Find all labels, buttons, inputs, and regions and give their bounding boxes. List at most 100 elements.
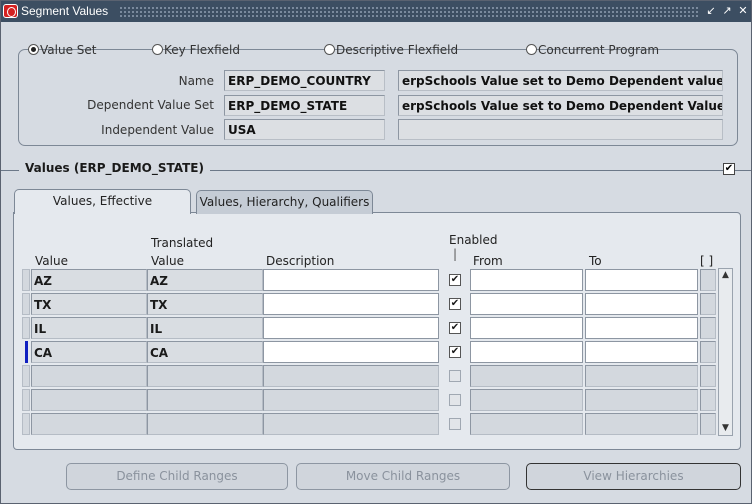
value-cell[interactable]: IL <box>31 317 147 339</box>
window-title: Segment Values <box>21 4 109 18</box>
value-cell[interactable] <box>31 413 147 435</box>
dependent-description-field[interactable]: erpSchools Value set to Demo Dependent V… <box>398 95 723 116</box>
enabled-checkbox[interactable]: ✔ <box>449 322 461 334</box>
value-cell[interactable] <box>31 365 147 387</box>
col-header-enabled-mark: | <box>453 247 458 261</box>
translated-value-cell[interactable]: TX <box>147 293 263 315</box>
enabled-checkbox[interactable]: ✔ <box>449 298 461 310</box>
section-checkbox[interactable]: ✔ <box>723 163 735 175</box>
from-date-cell[interactable] <box>470 293 583 315</box>
enabled-checkbox[interactable] <box>449 394 461 406</box>
value-cell[interactable]: TX <box>31 293 147 315</box>
radio-concurrent-program[interactable]: Concurrent Program <box>526 43 659 57</box>
value-cell[interactable] <box>31 389 147 411</box>
dependent-value-set-field[interactable]: ERP_DEMO_STATE <box>224 95 385 116</box>
values-section-title: Values (ERP_DEMO_STATE) <box>19 161 210 175</box>
close-icon[interactable]: ✕ <box>737 4 749 17</box>
enabled-checkbox[interactable]: ✔ <box>449 274 461 286</box>
col-header-value: Value <box>35 254 68 268</box>
vertical-scrollbar[interactable]: ▲ ▼ <box>718 268 733 436</box>
value-cell[interactable]: CA <box>31 341 147 363</box>
description-cell[interactable] <box>263 413 439 435</box>
from-date-cell[interactable] <box>470 365 583 387</box>
row-indicator[interactable] <box>25 341 28 363</box>
independent-value-label: Independent Value <box>101 123 214 137</box>
row-indicator[interactable] <box>22 389 30 411</box>
flexfield-cell[interactable] <box>700 341 716 363</box>
view-hierarchies-button[interactable]: View Hierarchies <box>526 463 741 490</box>
col-header-from: From <box>473 254 503 268</box>
description-cell[interactable] <box>263 317 439 339</box>
enabled-checkbox[interactable]: ✔ <box>449 346 461 358</box>
independent-description-field[interactable] <box>398 119 723 140</box>
to-date-cell[interactable] <box>585 341 698 363</box>
translated-value-cell[interactable] <box>147 365 263 387</box>
tab-values-effective[interactable]: Values, Effective <box>14 189 191 214</box>
flexfield-cell[interactable] <box>700 413 716 435</box>
translated-value-cell[interactable] <box>147 413 263 435</box>
name-field[interactable]: ERP_DEMO_COUNTRY <box>224 70 385 91</box>
title-bar[interactable]: Segment Values ↙ ↗ ✕ <box>1 1 751 22</box>
radio-label: Value Set <box>40 43 97 57</box>
to-date-cell[interactable] <box>585 317 698 339</box>
col-header-enabled: Enabled <box>449 233 498 247</box>
move-child-ranges-button[interactable]: Move Child Ranges <box>296 463 510 490</box>
flexfield-cell[interactable] <box>700 269 716 291</box>
radio-selected-icon <box>28 44 39 55</box>
row-indicator[interactable] <box>22 269 30 291</box>
radio-label: Key Flexfield <box>164 43 240 57</box>
radio-descriptive-flexfield[interactable]: Descriptive Flexfield <box>324 43 458 57</box>
to-date-cell[interactable] <box>585 269 698 291</box>
radio-icon <box>324 44 335 55</box>
flexfield-cell[interactable] <box>700 293 716 315</box>
from-date-cell[interactable] <box>470 269 583 291</box>
scroll-down-icon[interactable]: ▼ <box>719 422 732 435</box>
value-cell[interactable]: AZ <box>31 269 147 291</box>
radio-icon <box>152 44 163 55</box>
translated-value-cell[interactable]: IL <box>147 317 263 339</box>
row-indicator[interactable] <box>22 365 30 387</box>
maximize-icon[interactable]: ↗ <box>721 4 733 17</box>
col-header-to: To <box>589 254 602 268</box>
row-indicator[interactable] <box>22 293 30 315</box>
radio-label: Descriptive Flexfield <box>336 43 459 57</box>
radio-key-flexfield[interactable]: Key Flexfield <box>152 43 240 57</box>
translated-value-cell[interactable]: AZ <box>147 269 263 291</box>
enabled-checkbox[interactable] <box>449 418 461 430</box>
to-date-cell[interactable] <box>585 293 698 315</box>
dependent-value-set-label: Dependent Value Set <box>87 98 214 112</box>
description-cell[interactable] <box>263 389 439 411</box>
flexfield-cell[interactable] <box>700 389 716 411</box>
scroll-up-icon[interactable]: ▲ <box>719 269 732 282</box>
description-cell[interactable] <box>263 365 439 387</box>
title-bar-grip <box>119 6 699 17</box>
from-date-cell[interactable] <box>470 413 583 435</box>
row-indicator[interactable] <box>22 317 30 339</box>
translated-value-cell[interactable] <box>147 389 263 411</box>
oracle-app-icon <box>3 4 18 18</box>
translated-value-cell[interactable]: CA <box>147 341 263 363</box>
name-description-field[interactable]: erpSchools Value set to Demo Dependent v… <box>398 70 723 91</box>
description-cell[interactable] <box>263 269 439 291</box>
independent-value-field[interactable]: USA <box>224 119 385 140</box>
tab-values-hierarchy-qualifiers[interactable]: Values, Hierarchy, Qualifiers <box>196 190 373 214</box>
col-header-translated: Translated <box>151 236 214 250</box>
minimize-icon[interactable]: ↙ <box>705 4 717 17</box>
row-indicator[interactable] <box>22 413 30 435</box>
to-date-cell[interactable] <box>585 389 698 411</box>
radio-icon <box>526 44 537 55</box>
flexfield-cell[interactable] <box>700 317 716 339</box>
to-date-cell[interactable] <box>585 365 698 387</box>
col-header-translated-value: Value <box>151 254 184 268</box>
define-child-ranges-button[interactable]: Define Child Ranges <box>66 463 288 490</box>
description-cell[interactable] <box>263 293 439 315</box>
from-date-cell[interactable] <box>470 341 583 363</box>
radio-value-set[interactable]: Value Set <box>28 43 96 57</box>
to-date-cell[interactable] <box>585 413 698 435</box>
enabled-checkbox[interactable] <box>449 370 461 382</box>
flexfield-cell[interactable] <box>700 365 716 387</box>
from-date-cell[interactable] <box>470 389 583 411</box>
from-date-cell[interactable] <box>470 317 583 339</box>
description-cell[interactable] <box>263 341 439 363</box>
radio-label: Concurrent Program <box>538 43 660 57</box>
